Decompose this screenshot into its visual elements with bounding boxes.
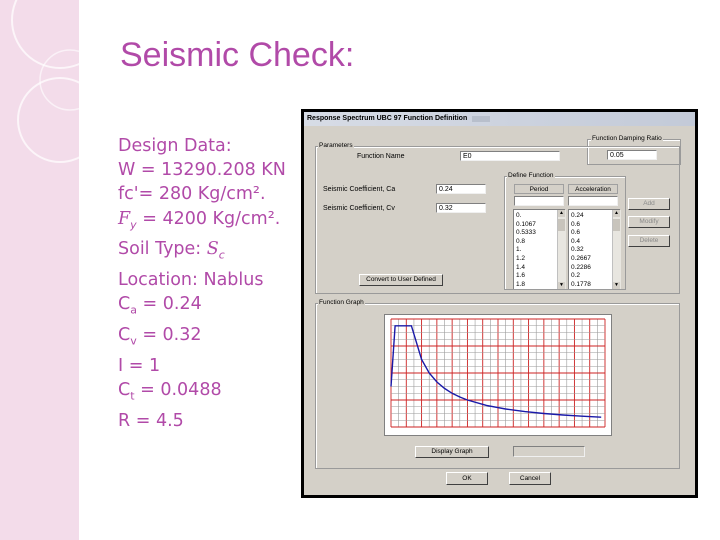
design-data-symbol: C xyxy=(118,379,131,400)
acceleration-list-item[interactable]: 0.2 xyxy=(571,272,591,281)
acceleration-scrollbar[interactable]: ▲ ▼ xyxy=(612,210,621,289)
response-spectrum-dialog: Response Spectrum UBC 97 Function Defini… xyxy=(304,112,695,495)
period-list-item[interactable]: 1.8 xyxy=(516,281,536,290)
period-list-item[interactable]: 0.1067 xyxy=(516,221,536,230)
design-data-value: = 4200 Kg/cm². xyxy=(136,208,281,229)
modify-button[interactable]: Modify xyxy=(628,216,670,228)
parameters-label: Parameters xyxy=(318,142,354,149)
design-data-text: I = 1 xyxy=(118,355,161,376)
period-values: 0. 0.1067 0.5333 0.8 1. 1.2 1.4 1.6 1.8 xyxy=(516,212,536,289)
define-function-label: Define Function xyxy=(507,172,555,179)
acceleration-column-header[interactable]: Acceleration xyxy=(568,184,618,194)
acceleration-list[interactable]: 0.24 0.6 0.6 0.4 0.32 0.2667 0.2286 0.2 0.1778 ▲… xyxy=(568,209,621,289)
design-data-line: Location: Nablus xyxy=(118,268,286,292)
acceleration-list-item[interactable]: 0.6 xyxy=(571,229,591,238)
delete-button[interactable]: Delete xyxy=(628,235,670,247)
damping-ratio-label: Function Damping Ratio xyxy=(591,135,663,142)
acceleration-list-item[interactable]: 0.24 xyxy=(571,212,591,221)
design-data-subscript: a xyxy=(130,303,137,317)
function-graph-label: Function Graph xyxy=(318,299,365,306)
acceleration-input[interactable] xyxy=(568,196,618,206)
graph-coordinate-readout xyxy=(513,446,585,457)
scroll-up-icon[interactable]: ▲ xyxy=(613,210,620,217)
period-list-item[interactable]: 1. xyxy=(516,246,536,255)
titlebar-blur xyxy=(472,116,490,122)
design-data-text: Design Data: xyxy=(118,136,232,156)
design-data-line: Soil Type: Sc xyxy=(118,237,286,268)
design-data-symbol: C xyxy=(118,294,131,315)
scroll-down-icon[interactable]: ▼ xyxy=(613,282,620,289)
design-data-symbol: S xyxy=(206,239,219,260)
design-data-value: = 0.24 xyxy=(136,294,202,315)
dialog-titlebar[interactable]: Response Spectrum UBC 97 Function Defini… xyxy=(304,112,695,126)
function-graph-canvas xyxy=(384,314,612,436)
design-data-line: R = 4.5 xyxy=(118,409,286,433)
scroll-down-icon[interactable]: ▼ xyxy=(558,282,565,289)
function-name-label: Function Name xyxy=(357,153,405,160)
display-graph-button[interactable]: Display Graph xyxy=(415,446,489,458)
design-data-text: Location: Nablus xyxy=(118,270,264,291)
scroll-up-icon[interactable]: ▲ xyxy=(558,210,565,217)
cancel-button[interactable]: Cancel xyxy=(509,472,551,485)
design-data-line: Ca = 0.24 xyxy=(118,292,286,323)
spectrum-curve xyxy=(390,325,602,418)
acceleration-list-item[interactable]: 0.6 xyxy=(571,221,591,230)
acceleration-list-item[interactable]: 0.1778 xyxy=(571,281,591,290)
add-button[interactable]: Add xyxy=(628,198,670,210)
design-data-value: = 0.32 xyxy=(136,324,202,345)
design-data-line: Fy = 4200 Kg/cm². xyxy=(118,207,286,238)
dialog-title: Response Spectrum UBC 97 Function Defini… xyxy=(307,115,468,122)
design-data-text: fc'= 280 Kg/cm². xyxy=(118,184,266,205)
slide-side-band xyxy=(0,0,79,540)
seismic-cv-label: Seismic Coefficient, Cv xyxy=(323,205,395,212)
design-data-line: Cv = 0.32 xyxy=(118,323,286,354)
decorative-circles xyxy=(11,0,79,163)
design-data-symbol: C xyxy=(118,324,131,345)
spectrum-chart xyxy=(390,318,606,428)
period-scrollbar[interactable]: ▲ ▼ xyxy=(557,210,566,289)
period-list-item[interactable]: 1.4 xyxy=(516,264,536,273)
acceleration-values: 0.24 0.6 0.6 0.4 0.32 0.2667 0.2286 0.2 0.1778 xyxy=(571,212,591,289)
design-data-prefix: Soil Type: xyxy=(118,239,207,260)
function-name-input[interactable]: E0 xyxy=(460,151,560,161)
design-data-line: fc'= 280 Kg/cm². xyxy=(118,182,286,206)
design-data-line: W = 13290.208 KN xyxy=(118,158,286,182)
design-data-line: I = 1 xyxy=(118,354,286,378)
seismic-cv-input[interactable]: 0.32 xyxy=(436,203,486,213)
seismic-ca-label: Seismic Coefficient, Ca xyxy=(323,186,396,193)
convert-user-defined-button[interactable]: Convert to User Defined xyxy=(359,274,443,286)
period-list-item[interactable]: 1.6 xyxy=(516,272,536,281)
acceleration-list-item[interactable]: 0.2667 xyxy=(571,255,591,264)
period-list-item[interactable]: 0.5333 xyxy=(516,229,536,238)
seismic-ca-input[interactable]: 0.24 xyxy=(436,184,486,194)
acceleration-list-item[interactable]: 0.4 xyxy=(571,238,591,247)
design-data-text: R = 4.5 xyxy=(118,410,184,431)
design-data-subscript: c xyxy=(218,248,225,262)
design-data-list: Design Data: W = 13290.208 KN fc'= 280 Kg/… xyxy=(118,134,286,433)
design-data-value: = 0.0488 xyxy=(134,379,222,400)
acceleration-list-item[interactable]: 0.32 xyxy=(571,246,591,255)
slide-title: Seismic Check: xyxy=(120,36,355,74)
design-data-line: Ct = 0.0488 xyxy=(118,378,286,409)
period-list-item[interactable]: 0.8 xyxy=(516,238,536,247)
design-data-symbol: F xyxy=(118,208,131,229)
acceleration-list-item[interactable]: 0.2286 xyxy=(571,264,591,273)
scroll-thumb[interactable] xyxy=(613,219,620,231)
design-data-line: Design Data: xyxy=(118,134,286,158)
design-data-text: W = 13290.208 KN xyxy=(118,160,286,181)
period-list-item[interactable]: 1.2 xyxy=(516,255,536,264)
period-list-item[interactable]: 0. xyxy=(516,212,536,221)
period-input[interactable] xyxy=(514,196,564,206)
period-column-header[interactable]: Period xyxy=(514,184,564,194)
scroll-thumb[interactable] xyxy=(558,219,565,231)
ok-button[interactable]: OK xyxy=(446,472,488,485)
period-list[interactable]: 0. 0.1067 0.5333 0.8 1. 1.2 1.4 1.6 1.8 ▲ ▼ xyxy=(513,209,566,289)
